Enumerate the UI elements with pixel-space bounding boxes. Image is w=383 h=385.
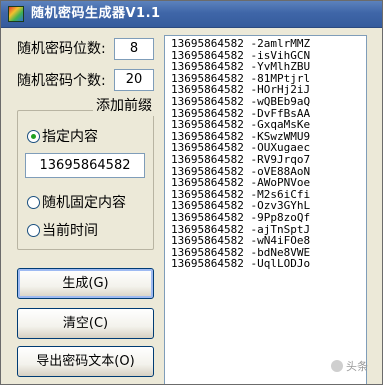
watermark: 头条 xyxy=(331,358,368,374)
radio-indicator[interactable] xyxy=(27,195,40,209)
title-bar[interactable]: 随机密码生成器V1.1 xyxy=(1,1,382,28)
radio-specified-content[interactable]: 指定内容 xyxy=(27,127,98,145)
password-line: 13695864582 -9Pp8zoQf xyxy=(171,210,311,224)
password-line: 13695864582 -UqlLODJo xyxy=(171,257,311,271)
watermark-text: 头条 xyxy=(346,360,368,373)
password-line: 13695864582 -RV9Jrqo7 xyxy=(171,152,311,166)
radio-indicator-checked[interactable] xyxy=(27,129,40,143)
password-line: 13695864582 -AWoPNVoe xyxy=(171,176,311,190)
password-line: 13695864582 -2amlrMMZ xyxy=(171,37,311,50)
app-window: 随机密码生成器V1.1 随机密码位数: 8 随机密码个数: 20 添加前缀 指定… xyxy=(0,0,383,385)
radio-random-fixed-content[interactable]: 随机固定内容 xyxy=(27,193,126,211)
prefix-group-legend: 添加前缀 xyxy=(93,96,155,116)
radio-label-current-time: 当前时间 xyxy=(42,223,98,239)
password-length-input[interactable]: 8 xyxy=(114,38,154,60)
prefix-content-input[interactable]: 13695864582 xyxy=(25,153,145,178)
password-output-textarea[interactable]: 13695864582 -2amlrMMZ 13695864582 -isVihG… xyxy=(164,35,367,384)
password-count-label: 随机密码个数: xyxy=(17,73,106,89)
app-icon xyxy=(8,6,24,22)
watermark-logo-icon xyxy=(331,360,343,372)
radio-label-random-fixed: 随机固定内容 xyxy=(42,195,126,211)
password-line: 13695864582 -wQBEb9aQ xyxy=(171,94,311,108)
radio-label-specified: 指定内容 xyxy=(42,129,98,145)
generate-button[interactable]: 生成(G) xyxy=(17,268,154,299)
password-length-label: 随机密码位数: xyxy=(17,41,106,57)
clear-button[interactable]: 清空(C) xyxy=(17,308,154,339)
password-line: 13695864582 -wN4iFOe8 xyxy=(171,234,311,248)
window-title: 随机密码生成器V1.1 xyxy=(31,6,161,21)
password-count-input[interactable]: 20 xyxy=(114,69,154,91)
radio-indicator[interactable] xyxy=(27,223,40,237)
export-button[interactable]: 导出密码文本(O) xyxy=(17,346,154,377)
radio-current-time[interactable]: 当前时间 xyxy=(27,221,98,239)
password-line: 13695864582 -GxqaMsKe xyxy=(171,118,311,132)
